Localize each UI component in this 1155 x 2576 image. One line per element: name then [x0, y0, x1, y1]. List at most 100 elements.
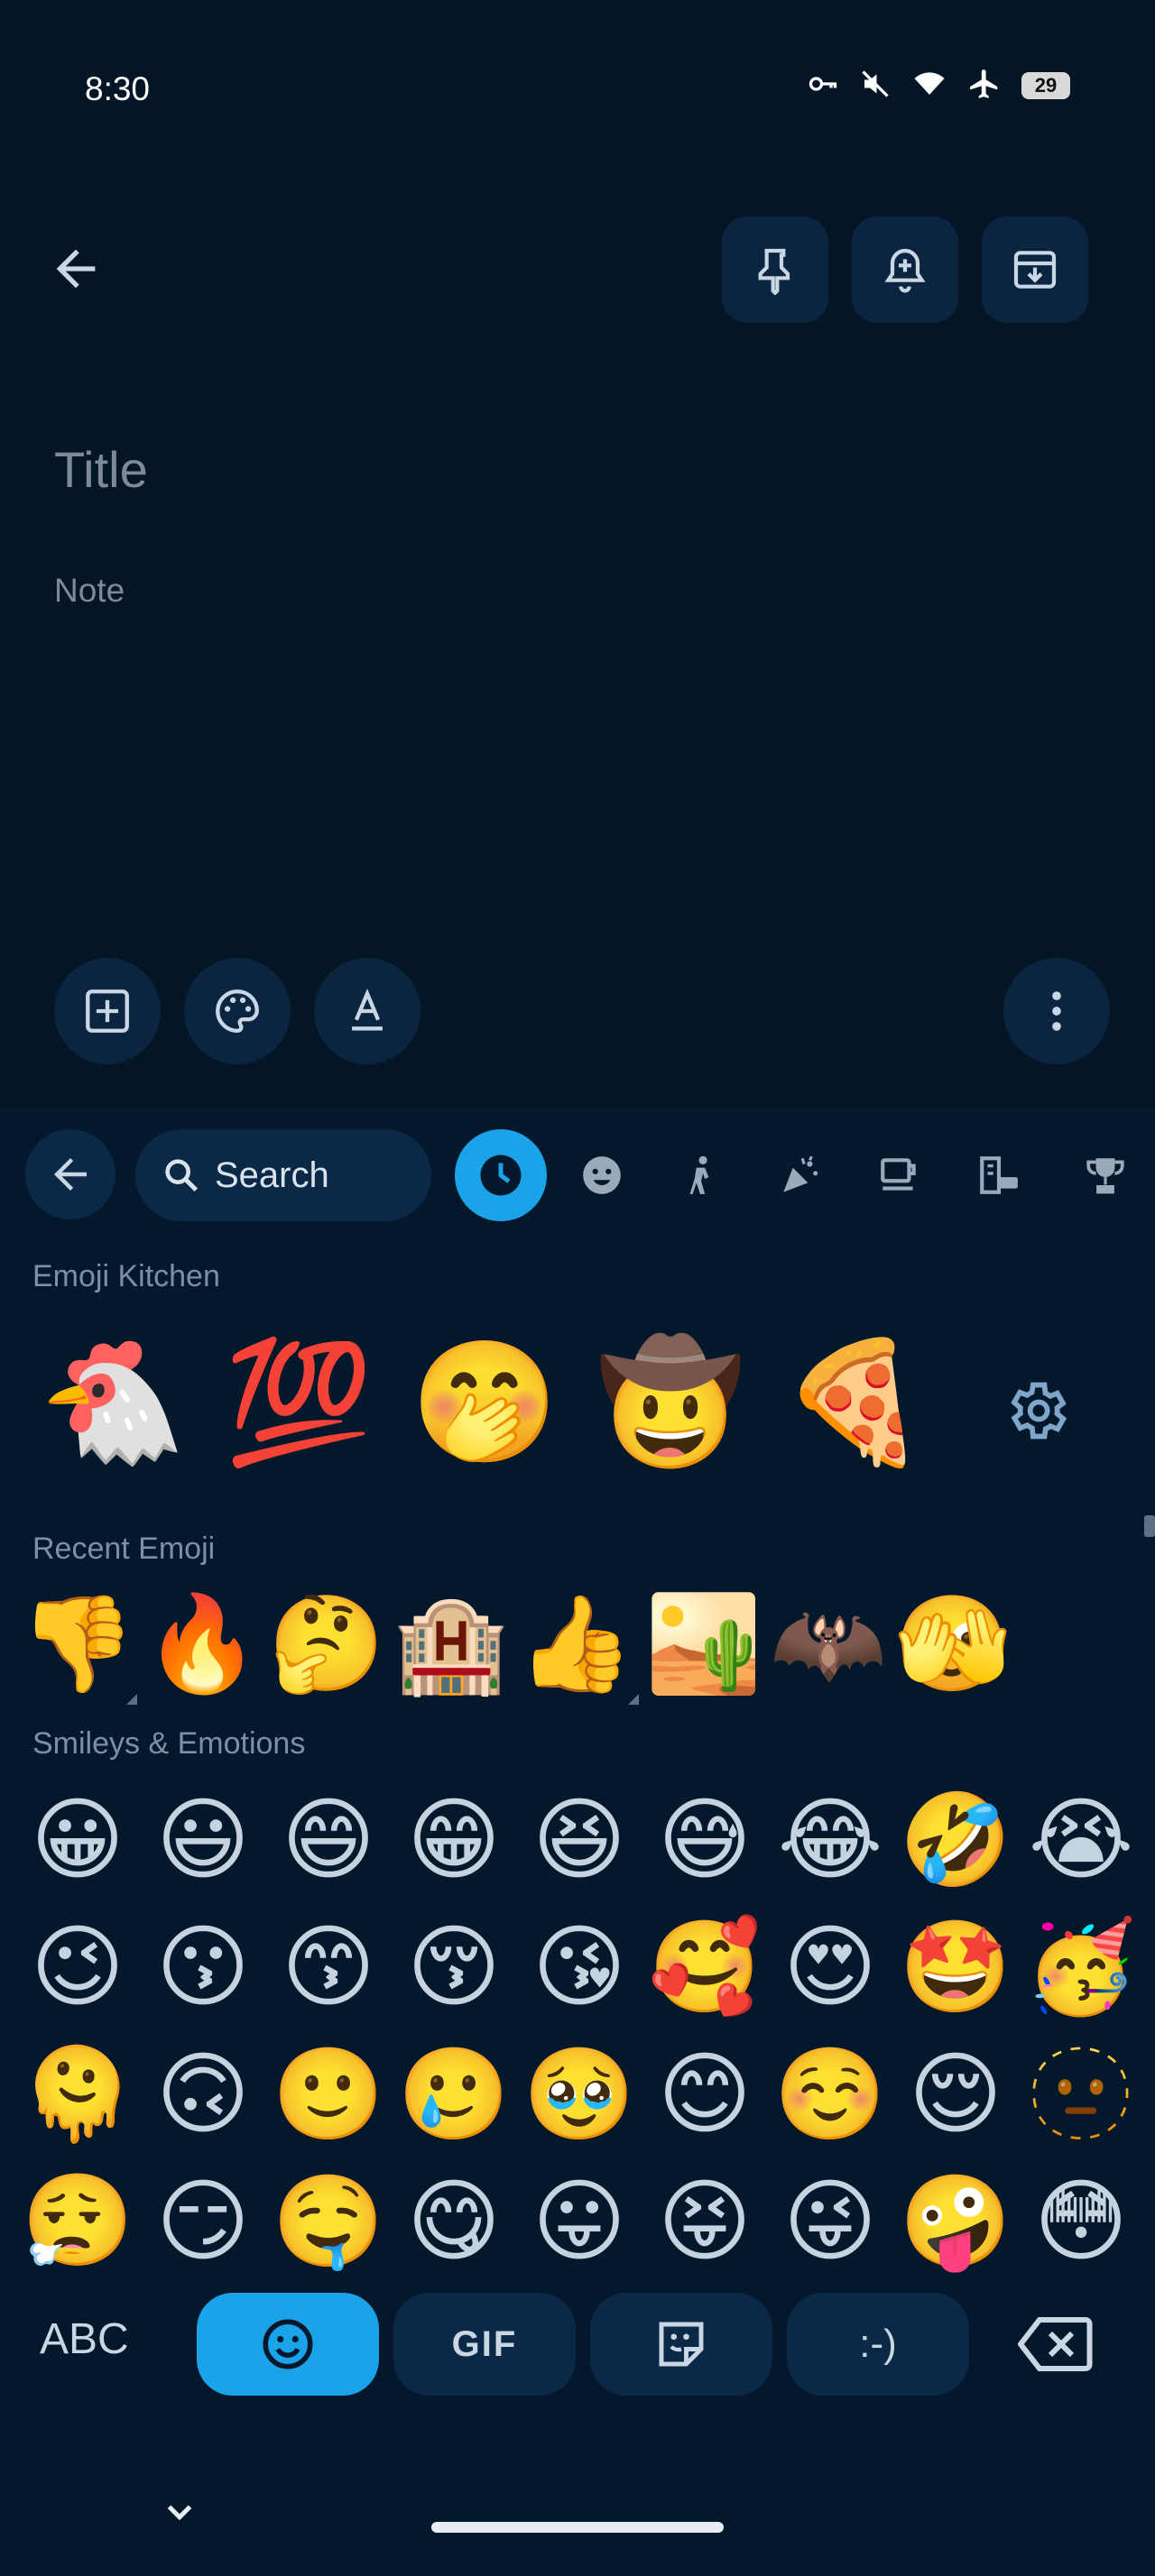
emoji-key[interactable]: 😊 — [645, 2035, 764, 2154]
kitchen-emoji[interactable]: 🐔 — [36, 1326, 189, 1479]
emoji-key[interactable]: 😉 — [18, 1908, 137, 2027]
emoji-key[interactable]: 🤪 — [896, 2162, 1015, 2281]
category-travel-tab[interactable] — [969, 1145, 1029, 1205]
back-button[interactable] — [47, 240, 105, 301]
gear-icon — [1011, 1382, 1067, 1440]
hide-keyboard-button[interactable] — [159, 2491, 200, 2536]
emoji-key[interactable]: 🥳 — [1021, 1908, 1141, 2027]
mute-icon — [859, 68, 892, 104]
home-gesture-bar[interactable] — [431, 2522, 724, 2533]
emoji-key[interactable]: 🤤 — [269, 2162, 388, 2281]
trophy-icon — [1086, 1158, 1124, 1194]
emoji-key[interactable]: 🫠 — [18, 2035, 137, 2154]
search-label: Search — [215, 1155, 329, 1195]
category-food-tab[interactable] — [870, 1145, 929, 1205]
emoji-key[interactable]: 😌 — [896, 2035, 1015, 2154]
emoji-key[interactable]: 🙃 — [143, 2035, 263, 2154]
emoji-key[interactable]: 🫥 — [1021, 2035, 1141, 2154]
emoticon-label: :-) — [859, 2322, 897, 2366]
emoji-key[interactable]: 🥰 — [645, 1908, 764, 2027]
reminder-button[interactable] — [852, 216, 958, 323]
recent-emoji[interactable]: 🏜️ — [644, 1584, 763, 1703]
sticker-tab-button[interactable] — [590, 2293, 772, 2396]
recent-emoji[interactable]: 🤔 — [267, 1584, 386, 1703]
category-recent-tab[interactable] — [455, 1129, 547, 1221]
emoji-key[interactable]: ☺️ — [771, 2035, 890, 2154]
emoji-key[interactable]: 😭 — [1021, 1780, 1141, 1900]
emoticon-tab-button[interactable]: :-) — [787, 2293, 969, 2396]
archive-button[interactable] — [982, 216, 1088, 323]
palette-icon — [216, 989, 259, 1033]
emoji-key[interactable]: 🥲 — [394, 2035, 513, 2154]
category-people-tab[interactable] — [671, 1145, 731, 1205]
recent-emoji[interactable]: 🔥 — [143, 1584, 262, 1703]
emoji-key[interactable]: 🤩 — [896, 1908, 1015, 2027]
coffee-icon — [881, 1158, 916, 1191]
backspace-button[interactable] — [1017, 2314, 1094, 2378]
add-box-icon — [86, 989, 129, 1033]
emoji-key[interactable]: 😃 — [143, 1780, 263, 1900]
pin-button[interactable] — [722, 216, 828, 323]
emoji-key[interactable]: 😘 — [520, 1908, 639, 2027]
add-content-button[interactable] — [54, 958, 161, 1064]
emoji-key[interactable]: 😁 — [394, 1780, 513, 1900]
emoji-key[interactable]: 😅 — [645, 1780, 764, 1900]
emoji-key[interactable]: 😋 — [394, 2162, 513, 2281]
kitchen-settings-button[interactable] — [1002, 1376, 1070, 1449]
emoji-key[interactable]: 😛 — [520, 2162, 639, 2281]
scroll-indicator[interactable] — [1144, 1515, 1155, 1537]
emoji-key[interactable]: 🤣 — [896, 1780, 1015, 1900]
emoji-key[interactable]: 😮‍💨 — [18, 2162, 137, 2281]
status-time: 8:30 — [85, 70, 151, 107]
emoji-key[interactable]: 😗 — [143, 1908, 263, 2027]
emoji-key[interactable]: 😄 — [269, 1780, 388, 1900]
emoji-search-input[interactable]: Search — [135, 1129, 431, 1221]
category-activities-tab[interactable] — [771, 1145, 830, 1205]
skin-tone-variant-mark — [126, 1694, 137, 1705]
archive-icon — [1013, 251, 1057, 289]
emoji-tab-button[interactable] — [197, 2293, 379, 2396]
party-icon — [783, 1155, 818, 1192]
title-input[interactable]: Title — [54, 440, 148, 499]
emoji-key[interactable]: 😍 — [771, 1908, 890, 2027]
recent-emoji[interactable]: 🫣 — [893, 1584, 1012, 1703]
kitchen-emoji[interactable]: 🍕 — [778, 1326, 931, 1479]
emoji-key[interactable]: 🥹 — [520, 2035, 639, 2154]
recent-emoji[interactable]: 🏨 — [392, 1584, 511, 1703]
kitchen-emoji[interactable]: 🤭 — [408, 1326, 561, 1479]
note-input[interactable]: Note — [54, 572, 125, 610]
keyboard-back-button[interactable] — [25, 1129, 116, 1219]
emoji-key[interactable]: 😏 — [143, 2162, 263, 2281]
recent-emoji-row: 👎 🔥 🤔 🏨 👍 🏜️ 🦇 🫣 — [0, 1584, 1155, 1710]
more-options-button[interactable] — [1003, 958, 1110, 1064]
more-vert-icon — [1052, 991, 1061, 1031]
bell-plus-icon — [884, 248, 926, 293]
airplane-icon — [967, 67, 1002, 105]
emoji-key[interactable]: 😆 — [520, 1780, 639, 1900]
recent-emoji[interactable]: 👎 — [18, 1584, 137, 1703]
smileys-grid: 😀 😃 😄 😁 😆 😅 😂 🤣 😭 😉 😗 😙 😚 😘 🥰 😍 🤩 🥳 🫠 🙃 … — [0, 1780, 1155, 2286]
wifi-icon — [911, 68, 947, 104]
emoji-key[interactable]: 😀 — [18, 1780, 137, 1900]
gif-tab-button[interactable]: GIF — [393, 2293, 576, 2396]
chevron-down-icon — [167, 2505, 192, 2521]
emoji-key[interactable]: 🙂 — [269, 2035, 388, 2154]
category-objects-tab[interactable] — [1076, 1145, 1135, 1205]
recent-emoji[interactable]: 👍 — [516, 1584, 635, 1703]
text-format-icon — [352, 989, 383, 1031]
background-options-button[interactable] — [184, 958, 291, 1064]
recent-emoji[interactable]: 🦇 — [769, 1584, 888, 1703]
text-format-button[interactable] — [314, 958, 420, 1064]
emoji-key[interactable]: 😙 — [269, 1908, 388, 2027]
kitchen-emoji[interactable]: 💯 — [222, 1326, 375, 1479]
kitchen-emoji[interactable]: 🤠 — [594, 1326, 747, 1479]
emoji-key[interactable]: 😂 — [771, 1780, 890, 1900]
section-title-smileys: Smileys & Emotions — [32, 1726, 306, 1761]
abc-key[interactable]: ABC — [40, 2314, 129, 2364]
emoji-key[interactable]: 😳 — [1021, 2162, 1141, 2281]
emoji-key[interactable]: 😝 — [645, 2162, 764, 2281]
emoji-key[interactable]: 😚 — [394, 1908, 513, 2027]
section-title-recent: Recent Emoji — [32, 1532, 216, 1566]
emoji-key[interactable]: 😜 — [771, 2162, 890, 2281]
category-smileys-tab[interactable] — [572, 1145, 632, 1205]
